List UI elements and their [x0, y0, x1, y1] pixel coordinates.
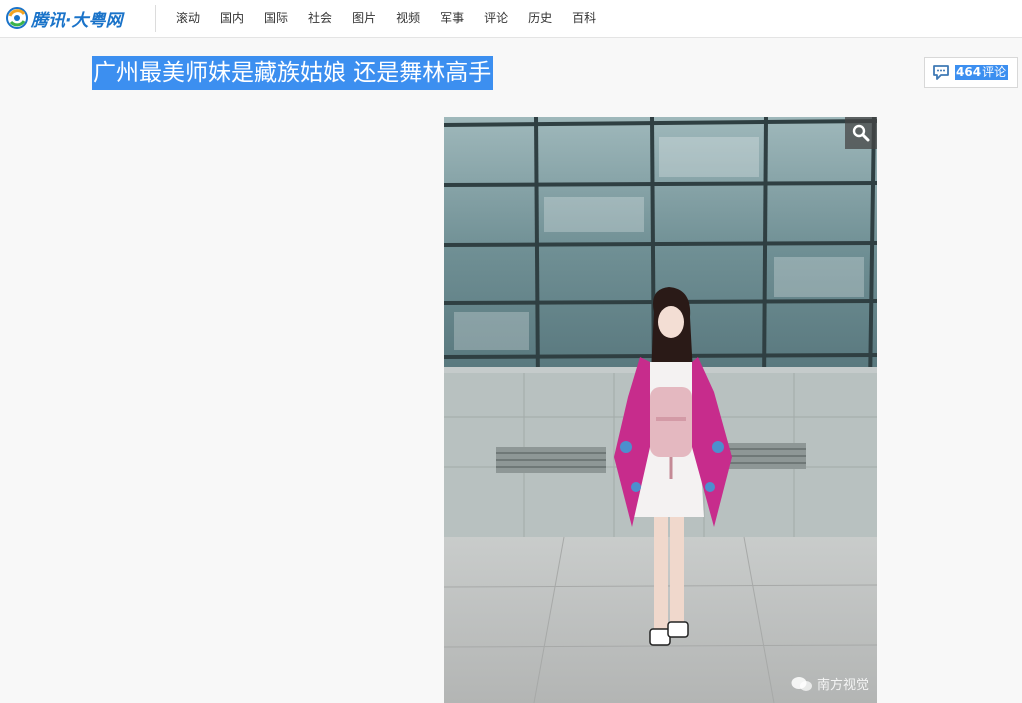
nav-item-society[interactable]: 社会: [298, 0, 342, 37]
wechat-icon: [791, 676, 812, 691]
qq-globe-logo-icon: [6, 7, 28, 29]
nav-item-international[interactable]: 国际: [254, 0, 298, 37]
comment-count: 464: [955, 65, 983, 80]
main-nav: 滚动 国内 国际 社会 图片 视频 军事 评论 历史 百科: [166, 0, 606, 37]
photo-watermark: 南方视觉: [791, 674, 869, 693]
article-title: 广州最美师妹是藏族姑娘 还是舞林高手: [92, 56, 494, 90]
logo-text: 腾讯·大粤网: [31, 10, 123, 31]
watermark-text: 南方视觉: [816, 678, 869, 693]
nav-item-encyclopedia[interactable]: 百科: [562, 0, 606, 37]
nav-item-history[interactable]: 历史: [518, 0, 562, 37]
top-navigation-bar: 腾讯·大粤网 滚动 国内 国际 社会 图片 视频 军事 评论 历史 百科: [0, 0, 1022, 38]
nav-item-video[interactable]: 视频: [386, 0, 430, 37]
comment-count-button[interactable]: 464 评论: [924, 57, 1018, 88]
nav-item-rolling[interactable]: 滚动: [166, 0, 210, 37]
nav-divider: [155, 5, 156, 32]
site-logo[interactable]: 腾讯·大粤网: [6, 6, 123, 31]
nav-item-commentary[interactable]: 评论: [474, 0, 518, 37]
article-photo[interactable]: 南方视觉: [444, 117, 877, 703]
comment-label: 评论: [982, 65, 1009, 80]
magnifier-icon: [852, 124, 870, 142]
photo-illustration: [444, 117, 877, 703]
zoom-button[interactable]: [845, 117, 877, 149]
speech-bubble-icon: [933, 65, 949, 80]
nav-item-military[interactable]: 军事: [430, 0, 474, 37]
nav-item-domestic[interactable]: 国内: [210, 0, 254, 37]
nav-item-pictures[interactable]: 图片: [342, 0, 386, 37]
